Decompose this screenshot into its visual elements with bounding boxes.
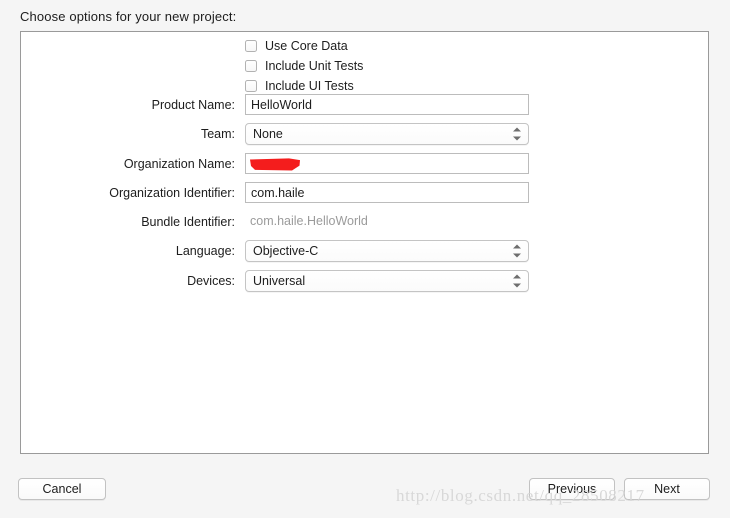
chevron-updown-icon xyxy=(513,274,522,289)
popup-button[interactable]: Objective-C xyxy=(245,240,529,262)
field-label: Organization Name: xyxy=(123,156,235,171)
cancel-button[interactable]: Cancel xyxy=(18,478,106,500)
chevron-updown-icon xyxy=(513,244,522,259)
field-control: Objective-C xyxy=(245,240,529,262)
popup-value: Objective-C xyxy=(253,244,319,258)
field-label: Bundle Identifier: xyxy=(141,214,235,229)
field-control: com.haile.HelloWorld xyxy=(245,211,529,232)
form-row: Devices: Universal xyxy=(21,270,708,292)
field-control: None xyxy=(245,123,529,145)
field-control xyxy=(245,94,529,115)
popup-value: Universal xyxy=(253,274,306,288)
field-control: Universal xyxy=(245,270,529,292)
form-row: Team: None xyxy=(21,123,708,145)
options-panel: Product Name: Team: None Organization Name:… xyxy=(20,31,709,454)
readonly-value: com.haile.HelloWorld xyxy=(250,214,368,228)
form-row: Language: Objective-C xyxy=(21,240,708,262)
form-row: Bundle Identifier: com.haile.HelloWorld xyxy=(21,211,708,232)
field-label: Product Name: xyxy=(151,97,235,112)
page-title: Choose options for your new project: xyxy=(20,9,237,24)
form-row: Organization Identifier: xyxy=(21,182,708,203)
text-input[interactable] xyxy=(245,153,529,174)
popup-button[interactable]: Universal xyxy=(245,270,529,292)
field-label: Organization Identifier: xyxy=(109,185,235,200)
popup-value: None xyxy=(253,127,283,141)
field-label: Language: xyxy=(175,244,235,258)
redaction-mark-icon xyxy=(250,158,300,171)
previous-button[interactable]: Previous xyxy=(529,478,615,500)
next-button[interactable]: Next xyxy=(624,478,710,500)
field-control xyxy=(245,153,529,174)
popup-button[interactable]: None xyxy=(245,123,529,145)
form-row: Product Name: xyxy=(21,94,708,115)
text-input[interactable] xyxy=(245,182,529,203)
chevron-updown-icon xyxy=(513,127,522,142)
project-options-form: Product Name: Team: None Organization Name:… xyxy=(21,32,708,300)
text-input[interactable] xyxy=(245,94,529,115)
field-label: Devices: xyxy=(187,274,235,288)
field-label: Team: xyxy=(200,127,235,141)
form-row: Organization Name: xyxy=(21,153,708,174)
field-control xyxy=(245,182,529,203)
